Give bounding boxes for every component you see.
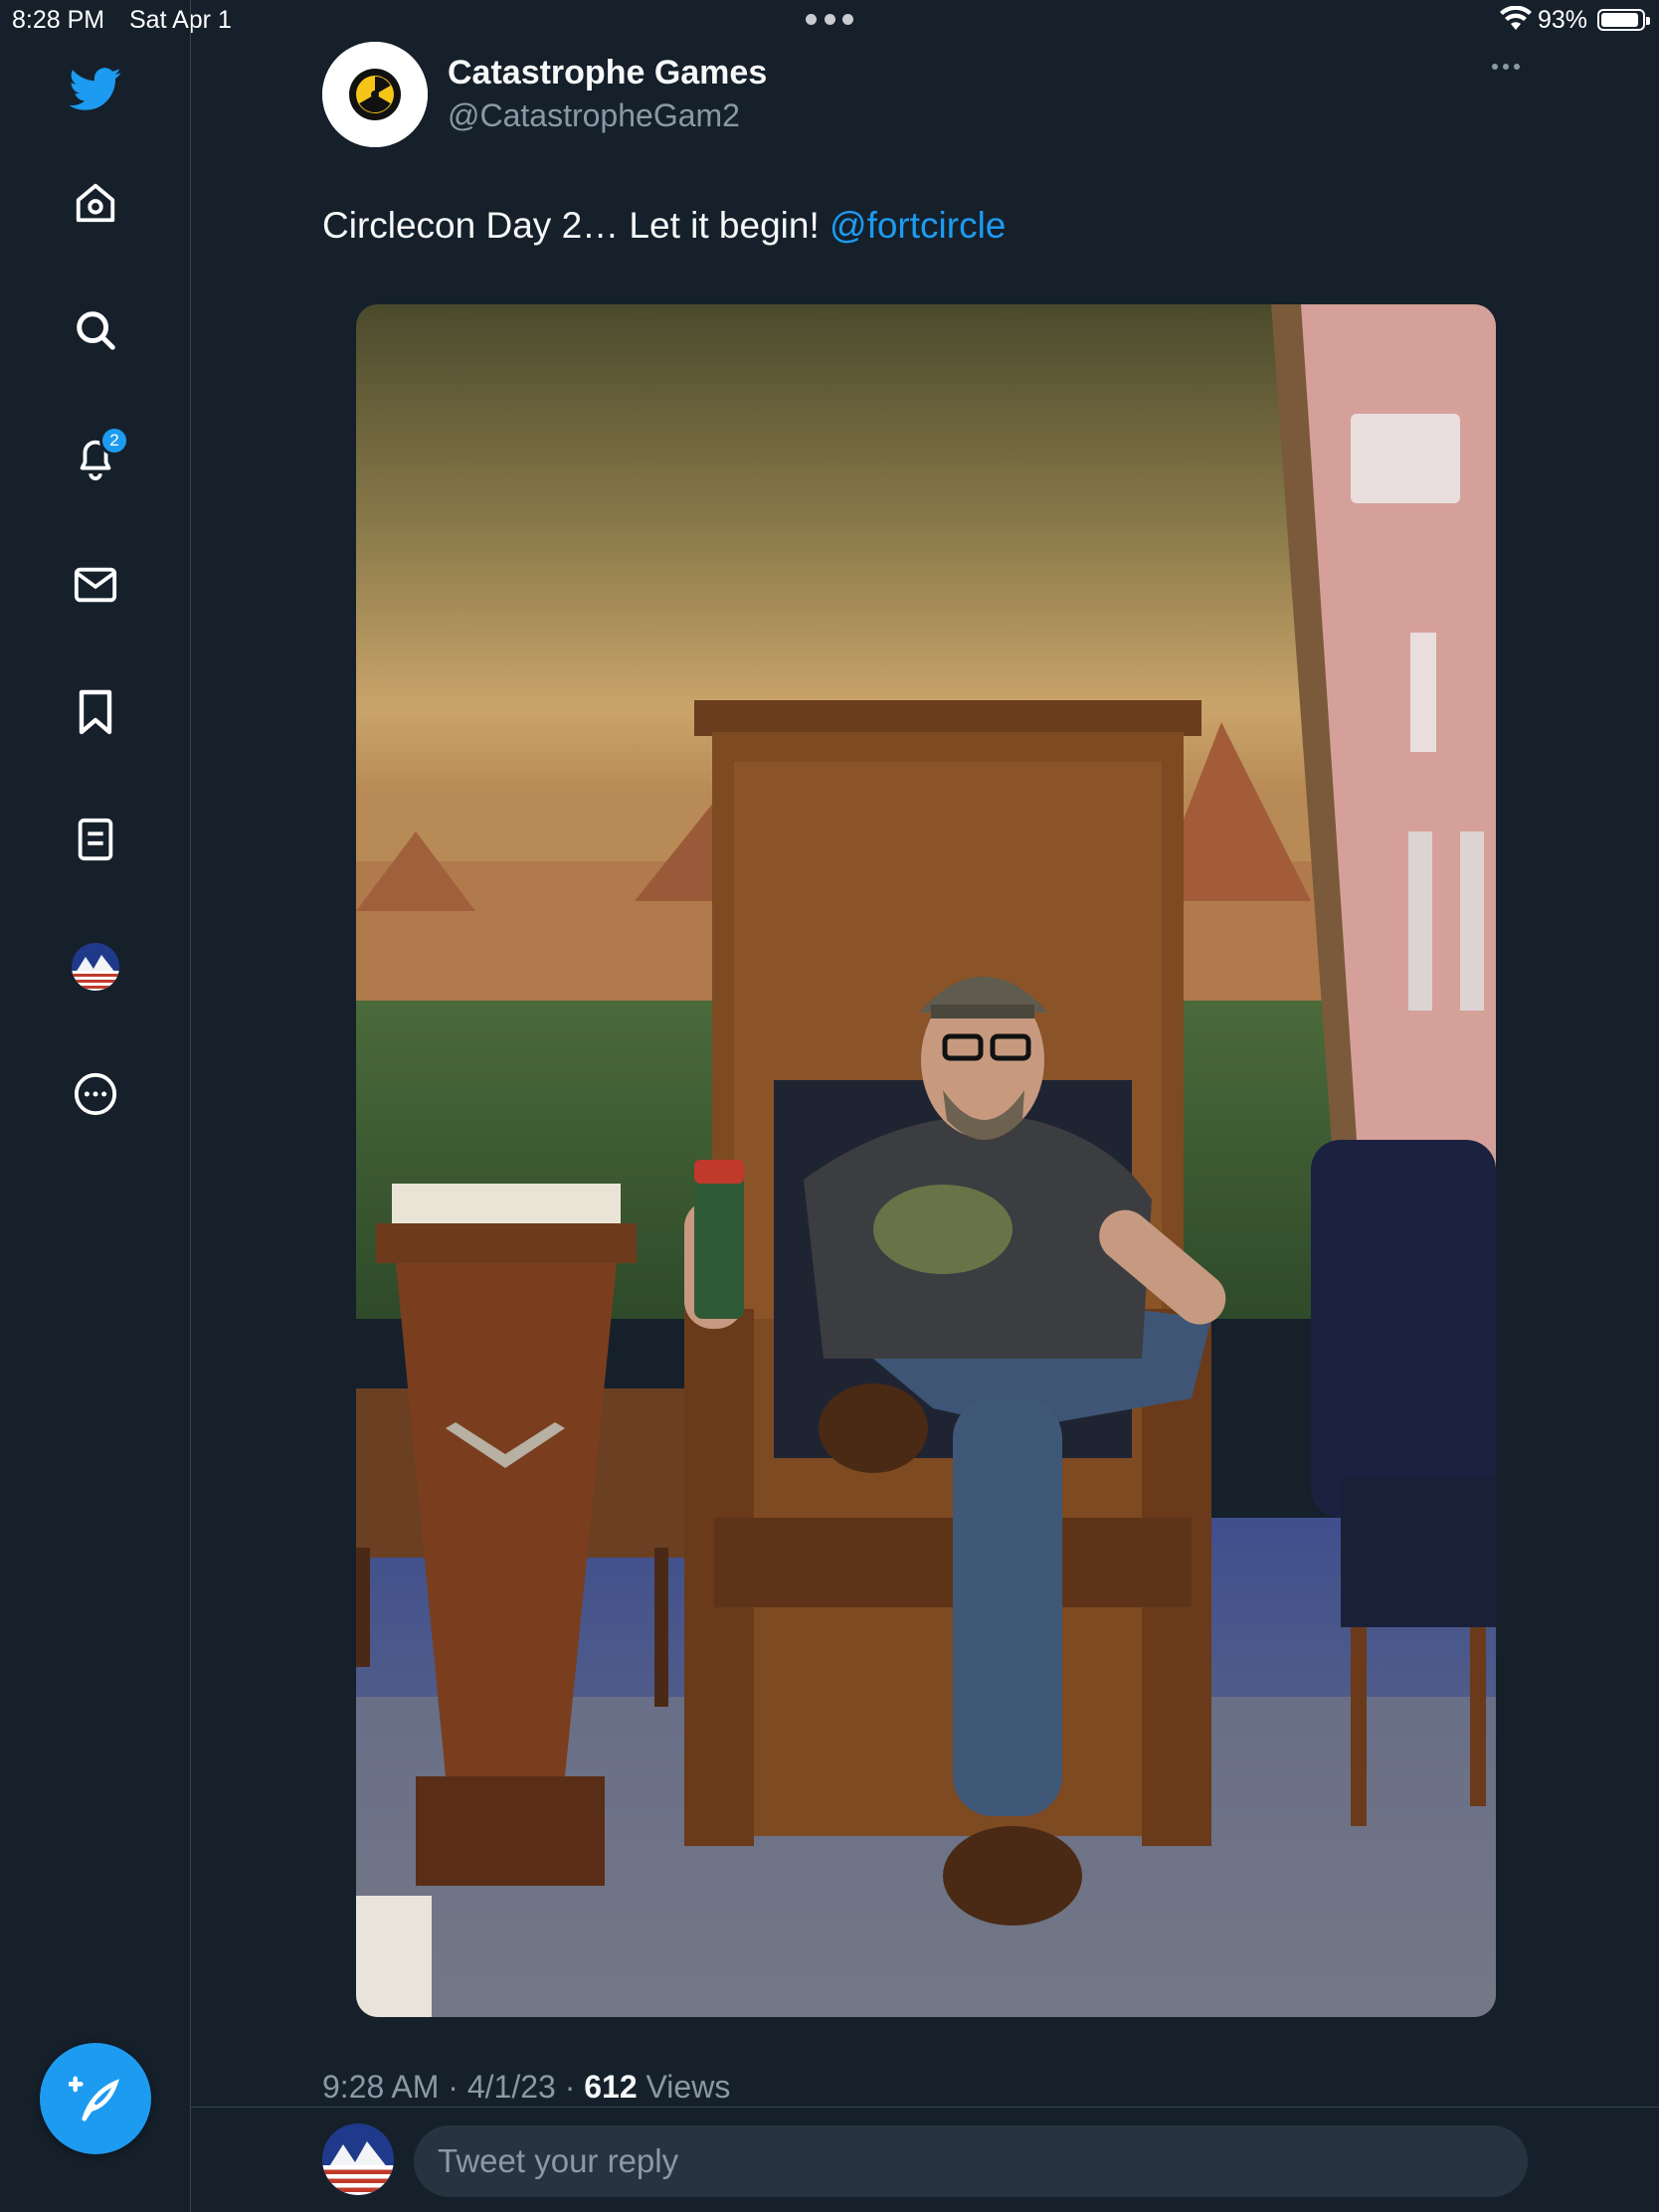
multitasking-dots-icon[interactable]	[806, 14, 853, 26]
views-count: 612	[584, 2069, 638, 2105]
wifi-icon	[1500, 6, 1532, 30]
mention-link[interactable]: @fortcircle	[830, 205, 1006, 246]
tweet-more-button[interactable]	[1476, 52, 1536, 82]
meta-separator: ·	[439, 2069, 467, 2105]
reply-input[interactable]	[414, 2125, 1528, 2197]
author-avatar[interactable]	[322, 42, 428, 147]
home-icon[interactable]	[56, 163, 135, 243]
author-name[interactable]: Catastrophe Games	[448, 54, 767, 92]
author-handle[interactable]: @CatastropheGam2	[448, 97, 740, 134]
search-icon[interactable]	[56, 290, 135, 370]
profile-avatar	[72, 943, 119, 991]
envelope-icon[interactable]	[56, 545, 135, 625]
tweet-header: Catastrophe Games @CatastropheGam2	[322, 42, 1536, 149]
status-bar: 8:28 PM Sat Apr 1 93%	[0, 0, 1659, 40]
views-label: Views	[637, 2069, 731, 2105]
twitter-bird-icon[interactable]	[56, 50, 135, 129]
battery-icon	[1597, 9, 1650, 31]
reply-user-avatar	[322, 2123, 394, 2195]
profile-avatar-icon[interactable]	[56, 927, 135, 1007]
tweet-text: Circlecon Day 2… Let it begin! @fortcirc…	[322, 205, 1006, 247]
tweet-photo[interactable]	[356, 304, 1496, 2017]
battery-fill	[1601, 13, 1639, 27]
tweet-body: Circlecon Day 2… Let it begin!	[322, 205, 830, 246]
photo-illustration	[356, 304, 1496, 2017]
compose-feather-icon	[69, 2076, 119, 2121]
bell-icon[interactable]: 2	[56, 418, 135, 497]
battery-percent: 93%	[1538, 6, 1588, 34]
notification-badge: 2	[99, 426, 129, 456]
tweet-time[interactable]: 9:28 AM	[322, 2069, 439, 2105]
meta-separator: ·	[555, 2069, 585, 2105]
compose-tweet-button[interactable]	[40, 2043, 151, 2154]
list-icon[interactable]	[56, 800, 135, 879]
sidebar-nav: 2	[0, 0, 191, 2212]
reply-bar	[191, 2107, 1659, 2212]
bookmark-icon[interactable]	[56, 672, 135, 752]
tweet-date[interactable]: 4/1/23	[467, 2069, 556, 2105]
tweet-meta: 9:28 AM · 4/1/23 · 612 Views	[322, 2069, 730, 2106]
more-circle-icon[interactable]	[56, 1054, 135, 1134]
